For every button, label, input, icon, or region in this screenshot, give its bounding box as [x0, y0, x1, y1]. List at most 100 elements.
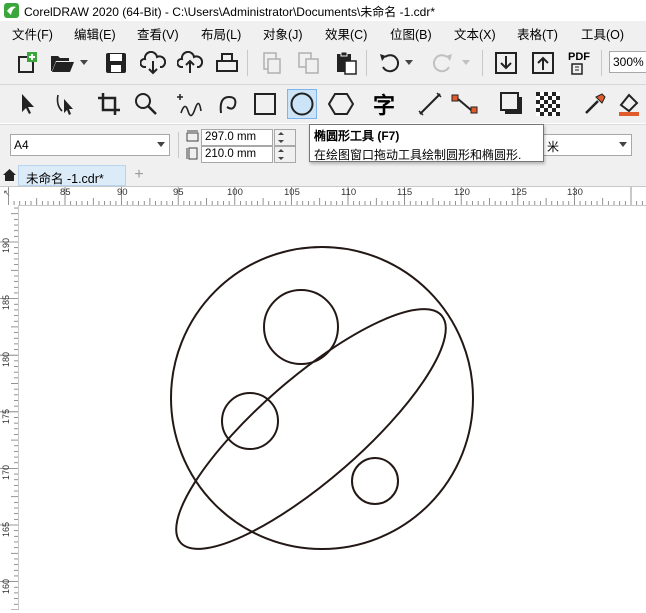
export-icon: [532, 52, 554, 74]
crop-tool[interactable]: [94, 89, 124, 119]
units-select[interactable]: 米: [540, 134, 632, 156]
pick-tool[interactable]: [12, 89, 42, 119]
zoom-level-field[interactable]: 300%: [609, 51, 646, 73]
ellipse-tool[interactable]: [287, 89, 317, 119]
chevron-down-icon: [405, 60, 413, 65]
chevron-down-icon: [80, 60, 88, 65]
export-button[interactable]: [529, 49, 557, 77]
ruler-label: 85: [60, 187, 71, 198]
folder-open-icon: [51, 56, 74, 72]
new-document-button[interactable]: [12, 49, 40, 77]
rectangle-tool[interactable]: [250, 89, 280, 119]
toolbar-separator: [366, 50, 367, 76]
vertical-ruler-ticks: [0, 207, 18, 610]
freehand-tool[interactable]: [174, 89, 204, 119]
menu-effects[interactable]: 效果(C): [325, 24, 367, 43]
menu-object[interactable]: 对象(J): [263, 24, 303, 43]
eyedropper-icon: [585, 93, 606, 114]
open-button[interactable]: [48, 49, 76, 77]
redo-button[interactable]: [428, 49, 456, 77]
ruler-label: 110: [341, 187, 357, 198]
page-height-icon: [186, 147, 198, 160]
drawing-artwork: [147, 246, 475, 581]
page-width-spinner[interactable]: [274, 129, 296, 146]
ruler-label: 115: [397, 187, 413, 198]
small-circle-bottom-right[interactable]: [351, 457, 399, 505]
connector-tool[interactable]: [450, 89, 480, 119]
copy-button[interactable]: [295, 49, 323, 77]
paper-size-select[interactable]: A4: [10, 134, 170, 156]
home-icon[interactable]: [2, 167, 17, 182]
menu-file[interactable]: 文件(F): [12, 24, 53, 43]
small-circle-top[interactable]: [263, 289, 339, 365]
undo-button[interactable]: [376, 49, 404, 77]
open-dropdown-button[interactable]: [77, 49, 91, 77]
menu-view[interactable]: 查看(V): [137, 24, 179, 43]
dimension-tool[interactable]: [415, 89, 445, 119]
save-button[interactable]: [102, 49, 130, 77]
undo-dropdown-button[interactable]: [403, 49, 415, 77]
chevron-down-icon: [619, 142, 627, 147]
menu-text[interactable]: 文本(X): [454, 24, 496, 43]
polygon-tool[interactable]: [326, 89, 356, 119]
menu-tools[interactable]: 工具(O): [581, 24, 624, 43]
drawing-canvas[interactable]: [19, 206, 646, 610]
document-tab[interactable]: 未命名 -1.cdr*: [18, 165, 126, 186]
toolbar-separator: [178, 132, 179, 158]
shape-edit-icon: [56, 94, 73, 115]
import-button[interactable]: [492, 49, 520, 77]
horizontal-ruler-ticks: [7, 187, 643, 205]
toolbar-separator: [601, 50, 602, 76]
print-button[interactable]: [213, 49, 241, 77]
add-tab-button[interactable]: +: [130, 166, 148, 184]
page-height-field[interactable]: 210.0 mm: [201, 146, 273, 163]
page-height-spinner[interactable]: [274, 146, 296, 163]
chevron-down-icon: [157, 142, 165, 147]
eyedropper-tool[interactable]: [580, 89, 610, 119]
cloud-upload-button[interactable]: [176, 49, 204, 77]
tooltip-title: 椭圆形工具 (F7): [314, 129, 400, 143]
cut-button[interactable]: [258, 49, 286, 77]
artistic-media-tool[interactable]: [215, 89, 245, 119]
ruler-label: 160: [1, 578, 11, 594]
toolbar-separator: [482, 50, 483, 76]
cloud-download-button[interactable]: [139, 49, 167, 77]
paste-button[interactable]: [332, 49, 360, 77]
cloud-upload-icon: [177, 51, 203, 73]
print-icon: [216, 53, 238, 72]
ruler-label: 120: [454, 187, 470, 198]
menu-bitmaps[interactable]: 位图(B): [390, 24, 432, 43]
redo-icon: [432, 54, 452, 73]
pointer-arrow-icon: [22, 94, 34, 114]
page-width-icon: [186, 130, 199, 142]
interactive-fill-tool[interactable]: [615, 89, 645, 119]
menu-edit[interactable]: 编辑(E): [74, 24, 116, 43]
ruler-label: 130: [567, 187, 583, 198]
pdf-label: PDF: [568, 51, 590, 63]
save-icon: [106, 53, 126, 73]
transparency-tool[interactable]: [533, 89, 563, 119]
zoom-tool[interactable]: [131, 89, 161, 119]
toolbar-separator: [247, 50, 248, 76]
small-circle-left[interactable]: [221, 392, 279, 450]
text-tool[interactable]: 字: [369, 89, 399, 119]
horizontal-ruler[interactable]: ↖ 85 90 95 100 105 110 115 120 125 130: [0, 187, 646, 206]
menu-layout[interactable]: 布局(L): [201, 24, 241, 43]
window-title: CorelDRAW 2020 (64-Bit) - C:\Users\Admin…: [24, 5, 435, 19]
units-value: 米: [547, 140, 560, 154]
rectangle-icon: [254, 93, 276, 115]
publish-pdf-button[interactable]: PDF: [565, 49, 593, 77]
tooltip-description: 在绘图窗口拖动工具绘制圆形和椭圆形.: [314, 148, 522, 162]
ruler-label: 170: [1, 464, 11, 480]
redo-dropdown-button[interactable]: [460, 49, 472, 77]
ruler-label: 180: [1, 351, 11, 367]
drop-shadow-tool[interactable]: [497, 89, 527, 119]
crop-icon: [98, 93, 120, 115]
page-width-field[interactable]: 297.0 mm: [201, 129, 273, 146]
vertical-ruler[interactable]: 190 185 180 175 170 165 160: [0, 205, 19, 610]
large-circle[interactable]: [170, 246, 474, 550]
tilted-ellipse[interactable]: [147, 277, 475, 581]
shape-tool[interactable]: [50, 89, 80, 119]
ruler-label: 105: [284, 187, 300, 198]
menu-table[interactable]: 表格(T): [517, 24, 558, 43]
